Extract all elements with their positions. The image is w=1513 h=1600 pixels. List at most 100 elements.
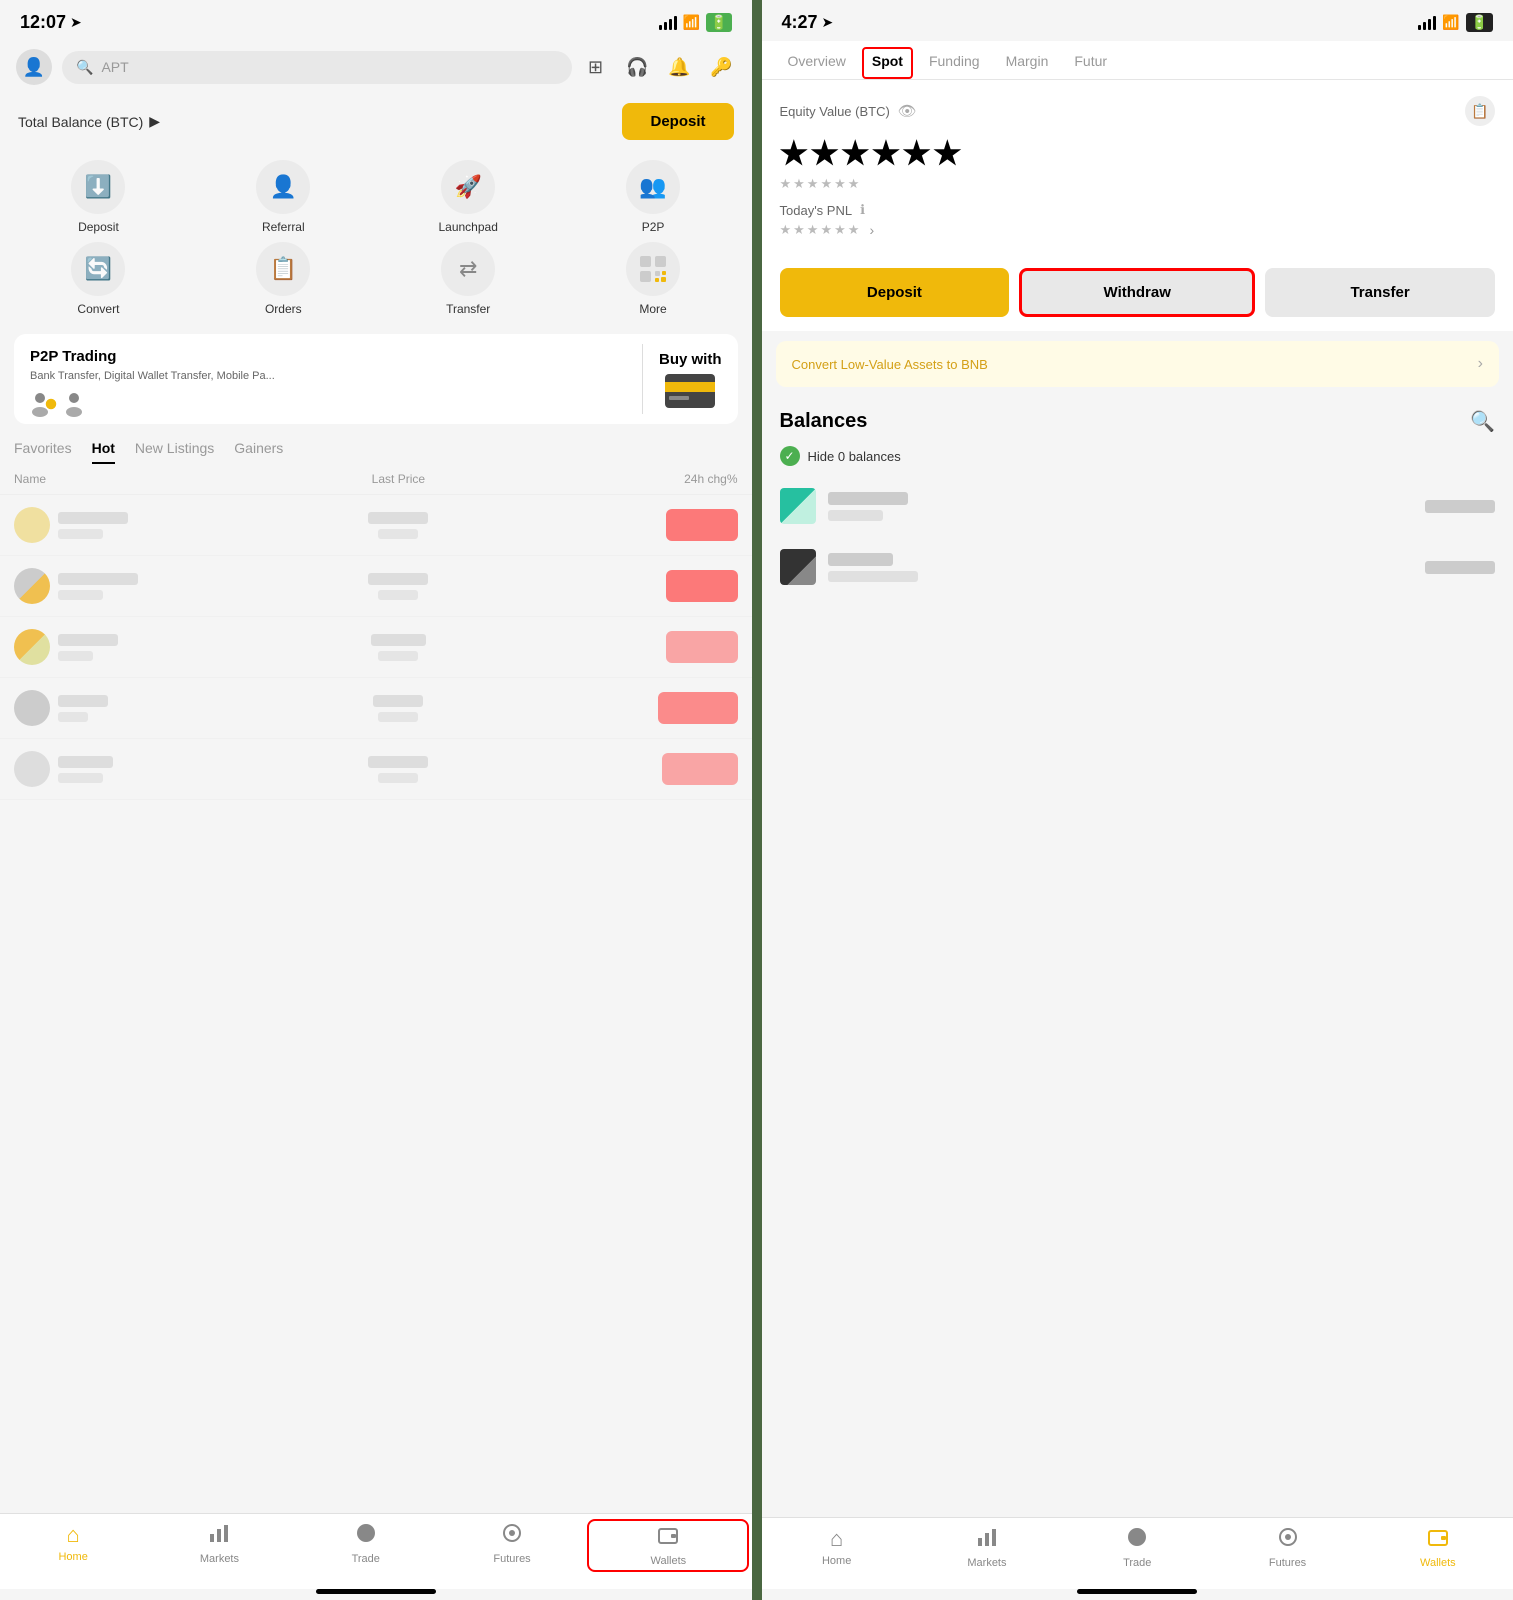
balance-row-1[interactable] (762, 476, 1513, 537)
bal-amount-2 (1425, 561, 1495, 574)
markets-icon-right (976, 1526, 998, 1554)
nav-markets-left[interactable]: Markets (146, 1522, 292, 1569)
pnl-info-icon[interactable]: ℹ (860, 202, 865, 218)
wifi-icon-right: 📶 (1442, 14, 1459, 31)
p2p-promo-section: P2P Trading Bank Transfer, Digital Walle… (14, 334, 642, 424)
promo-banner[interactable]: P2P Trading Bank Transfer, Digital Walle… (14, 334, 738, 424)
coin-icon-5 (14, 751, 50, 787)
tab-overview[interactable]: Overview (778, 47, 856, 79)
action-p2p[interactable]: 👥 P2P (565, 160, 742, 234)
action-orders-label: Orders (265, 302, 302, 316)
coin-info-2 (14, 568, 285, 604)
wallets-icon-right (1427, 1526, 1449, 1554)
market-row-4[interactable] (0, 678, 752, 739)
time-right: 4:27 (782, 12, 818, 33)
nav-home-right[interactable]: ⌂ Home (762, 1526, 912, 1569)
hide-balances-row[interactable]: ✓ Hide 0 balances (762, 440, 1513, 476)
action-launchpad-label: Launchpad (438, 220, 497, 234)
coin-sub-2 (58, 590, 103, 600)
tab-gainers[interactable]: Gainers (234, 440, 283, 464)
market-table-header: Name Last Price 24h chg% (0, 464, 752, 495)
action-launchpad[interactable]: 🚀 Launchpad (380, 160, 557, 234)
deposit-icon: ⬇️ (71, 160, 125, 214)
history-icon[interactable]: 📋 (1465, 96, 1495, 126)
tab-new-listings[interactable]: New Listings (135, 440, 214, 464)
search-placeholder: APT (101, 59, 128, 75)
pnl-arrow[interactable]: › (869, 222, 874, 238)
key-icon[interactable]: 🔑 (708, 53, 736, 81)
app-header-left: 👤 🔍 APT ⊞ 🎧 🔔 🔑 (0, 41, 752, 93)
buy-with-title: Buy with (659, 351, 722, 368)
person-coin-icon (30, 390, 58, 418)
tab-hot[interactable]: Hot (92, 440, 115, 464)
hide-check-icon: ✓ (780, 446, 800, 466)
change-block-2 (511, 570, 737, 602)
left-panel: 12:07 ➤ 📶 🔋 👤 🔍 APT ⊞ 🎧 🔔 🔑 Total Balanc… (0, 0, 757, 1600)
nav-wallets-right[interactable]: Wallets (1363, 1526, 1513, 1569)
deposit-top-button[interactable]: Deposit (622, 103, 733, 140)
action-transfer[interactable]: ⇄ Transfer (380, 242, 557, 316)
nav-wallets-left[interactable]: Wallets (587, 1519, 749, 1572)
right-panel: 4:27 ➤ 📶 🔋 Overview Spot Funding Margin … (762, 0, 1513, 1600)
scan-icon[interactable]: ⊞ (582, 53, 610, 81)
price-block-5 (285, 756, 511, 783)
balance-icon-1 (780, 488, 816, 524)
home-icon-right: ⌂ (830, 1526, 843, 1552)
col-name: Name (14, 472, 285, 486)
market-row-2[interactable] (0, 556, 752, 617)
location-icon-right: ➤ (822, 14, 834, 31)
coin-sub-3 (58, 651, 93, 661)
coin-info-3 (14, 629, 285, 665)
nav-trade-right[interactable]: Trade (1062, 1526, 1212, 1569)
tab-margin[interactable]: Margin (996, 47, 1059, 79)
price-block-3 (285, 634, 511, 661)
coin-sub-5 (58, 773, 103, 783)
hide-equity-icon[interactable]: 👁 (898, 102, 917, 120)
action-orders[interactable]: 📋 Orders (195, 242, 372, 316)
balance-row-2[interactable] (762, 537, 1513, 598)
balance-search-icon[interactable]: 🔍 (1470, 409, 1495, 434)
market-row-3[interactable] (0, 617, 752, 678)
market-row-1[interactable] (0, 495, 752, 556)
avatar-left[interactable]: 👤 (16, 49, 52, 85)
bell-icon[interactable]: 🔔 (666, 53, 694, 81)
search-bar-left[interactable]: 🔍 APT (62, 51, 572, 84)
deposit-button-right[interactable]: Deposit (780, 268, 1010, 317)
withdraw-button[interactable]: Withdraw (1019, 268, 1255, 317)
p2p-subtitle: Bank Transfer, Digital Wallet Transfer, … (30, 369, 626, 384)
market-row-5[interactable] (0, 739, 752, 800)
coin-icon-1 (14, 507, 50, 543)
transfer-button[interactable]: Transfer (1265, 268, 1495, 317)
nav-trade-left[interactable]: Trade (293, 1522, 439, 1569)
tab-favorites[interactable]: Favorites (14, 440, 72, 464)
futures-icon-left (501, 1522, 523, 1550)
hide-balances-label: Hide 0 balances (808, 449, 901, 464)
pnl-value: ★★★★★★ (780, 222, 862, 238)
action-referral[interactable]: 👤 Referral (195, 160, 372, 234)
nav-futures-right[interactable]: Futures (1212, 1526, 1362, 1569)
wifi-icon-left: 📶 (683, 14, 700, 31)
header-icons: ⊞ 🎧 🔔 🔑 (582, 53, 736, 81)
location-icon-left: ➤ (70, 14, 82, 31)
price-block-2 (285, 573, 511, 600)
nav-markets-right[interactable]: Markets (912, 1526, 1062, 1569)
balance-info-2 (828, 553, 1426, 582)
action-convert[interactable]: 🔄 Convert (10, 242, 187, 316)
wallet-tabs: Overview Spot Funding Margin Futur (762, 41, 1513, 80)
action-convert-label: Convert (77, 302, 119, 316)
support-icon[interactable]: 🎧 (624, 53, 652, 81)
tab-funding[interactable]: Funding (919, 47, 990, 79)
coin-sub-4 (58, 712, 88, 722)
action-deposit[interactable]: ⬇️ Deposit (10, 160, 187, 234)
convert-banner[interactable]: Convert Low-Value Assets to BNB › (776, 341, 1500, 387)
action-transfer-label: Transfer (446, 302, 490, 316)
nav-futures-left[interactable]: Futures (439, 1522, 585, 1569)
nav-home-left[interactable]: ⌂ Home (0, 1522, 146, 1569)
tab-spot[interactable]: Spot (862, 47, 913, 79)
change-block-1 (511, 509, 737, 541)
action-more[interactable]: More (565, 242, 742, 316)
launchpad-icon: 🚀 (441, 160, 495, 214)
convert-text: Convert Low-Value Assets to BNB (792, 357, 988, 372)
tab-futures[interactable]: Futur (1064, 47, 1117, 79)
balance-label[interactable]: Total Balance (BTC) ▶ (18, 113, 160, 130)
